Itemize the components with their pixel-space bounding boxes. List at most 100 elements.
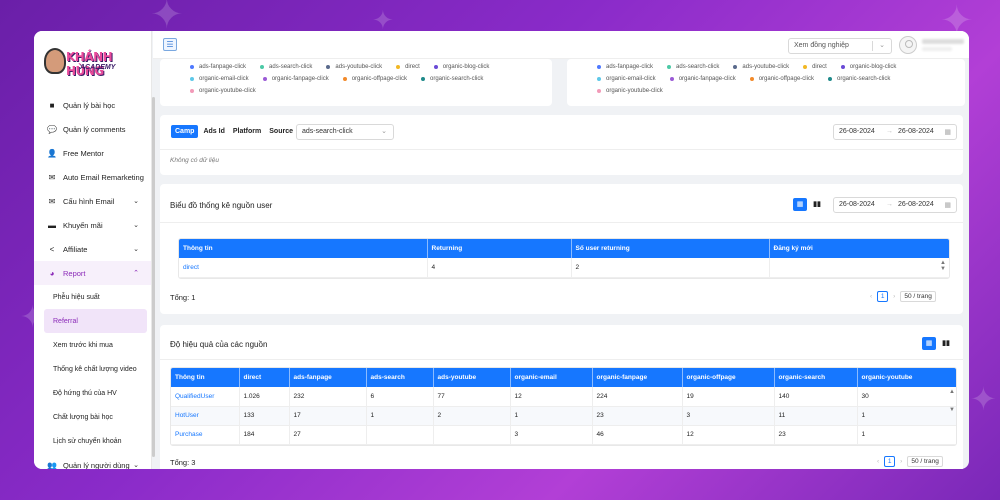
arrow-right-icon: → xyxy=(886,201,893,208)
legend-item[interactable]: direct xyxy=(803,61,827,73)
report-subitem-1[interactable]: Referral xyxy=(44,309,147,333)
legend-item[interactable]: ads-fanpage-click xyxy=(190,61,246,73)
column-header[interactable]: ads-fanpage xyxy=(289,368,367,387)
view-colleague-select[interactable]: Xem đồng nghiệp ⌄ xyxy=(788,38,892,54)
report-subitem-2[interactable]: Xem trước khi mua xyxy=(34,333,151,357)
legend-item[interactable]: ads-search-click xyxy=(667,61,719,73)
legend-item[interactable]: organic-youtube-click xyxy=(597,85,663,97)
column-header[interactable]: organic-email xyxy=(510,368,593,387)
sidebar-item-1[interactable]: 💬 Quản lý comments xyxy=(34,117,151,141)
source-select[interactable]: ads-search-click ⌄ xyxy=(296,124,394,140)
filter-tab-camp[interactable]: Camp xyxy=(171,125,199,138)
legend-item[interactable]: organic-blog-click xyxy=(433,61,490,73)
table-cell: 4 xyxy=(427,258,572,278)
legend-item[interactable]: organic-youtube-click xyxy=(190,85,256,97)
legend-label: organic-blog-click xyxy=(442,64,490,70)
column-header[interactable]: ads-search xyxy=(366,368,434,387)
page-number[interactable]: 1 xyxy=(884,456,896,467)
bar-chart-icon[interactable]: ▮▮ xyxy=(810,198,824,211)
prev-page-icon[interactable]: ‹ xyxy=(877,458,879,465)
column-header[interactable]: ads-youtube xyxy=(433,368,511,387)
legend-item[interactable]: organic-fanpage-click xyxy=(669,73,736,85)
date-to: 26-08-2024 xyxy=(898,128,934,135)
legend-dot xyxy=(827,77,832,81)
sidebar-item-7[interactable]: ◕ Report ⌃ xyxy=(34,261,151,285)
sidebar-item-6[interactable]: < Affiliate ⌄ xyxy=(34,237,151,261)
sidebar-item-users[interactable]: 👥 Quản lý người dùng ⌄ xyxy=(34,453,151,470)
legend-item[interactable]: organic-fanpage-click xyxy=(262,73,329,85)
legend-dot xyxy=(420,77,425,81)
legend-dot xyxy=(190,89,194,93)
legend-item[interactable]: ads-youtube-click xyxy=(733,61,789,73)
legend-label: organic-youtube-click xyxy=(199,88,256,94)
pagination: ‹ 1 › 50 / trang xyxy=(877,456,943,467)
table-cell: 140 xyxy=(774,387,858,407)
column-header[interactable]: Đăng ký mới xyxy=(769,239,949,258)
sidebar-item-4[interactable]: ✉ Cấu hình Email ⌄ xyxy=(34,189,151,213)
row-label-link[interactable]: Purchase xyxy=(171,425,240,445)
legend-dot xyxy=(667,65,672,69)
legend-item[interactable]: organic-search-click xyxy=(420,73,483,85)
legend-item[interactable]: ads-search-click xyxy=(260,61,312,73)
legend-label: direct xyxy=(812,64,827,70)
sidebar: KHÁNH HÙNG ACADEMY ■ Quản lý bài học 💬 Quản… xyxy=(34,31,152,469)
table-cell: 77 xyxy=(433,387,511,407)
legend-item[interactable]: ads-youtube-click xyxy=(326,61,382,73)
column-header[interactable]: organic-search xyxy=(774,368,858,387)
table-scroll-arrows[interactable]: ▲ ▼ xyxy=(948,389,956,413)
prev-page-icon[interactable]: ‹ xyxy=(870,293,872,300)
sidebar-item-0[interactable]: ■ Quản lý bài học xyxy=(34,93,151,117)
menu-toggle-icon[interactable]: ☰ xyxy=(163,38,177,51)
sidebar-item-3[interactable]: ✉ Auto Email Remarketing xyxy=(34,165,151,189)
report-subitem-6[interactable]: Lịch sử chuyển khoản xyxy=(34,429,151,453)
table-view-icon[interactable]: ▦ xyxy=(922,337,936,350)
legend-item[interactable]: organic-offpage-click xyxy=(342,73,407,85)
chevron-up-icon: ⌃ xyxy=(133,270,139,277)
report-subitem-5[interactable]: Chất lượng bài học xyxy=(34,405,151,429)
sidebar-item-5[interactable]: ▬ Khuyến mãi ⌄ xyxy=(34,213,151,237)
next-page-icon[interactable]: › xyxy=(893,293,895,300)
next-page-icon[interactable]: › xyxy=(900,458,902,465)
legend-item[interactable]: direct xyxy=(396,61,420,73)
filter-tab-ads-id[interactable]: Ads Id xyxy=(200,125,227,138)
legend-label: organic-blog-click xyxy=(849,64,897,70)
column-header[interactable]: organic-youtube xyxy=(857,368,956,387)
page-size-select[interactable]: 50 / trang xyxy=(907,456,943,467)
sidebar-item-2[interactable]: 👤 Free Mentor xyxy=(34,141,151,165)
column-header[interactable]: Thông tin xyxy=(179,239,428,258)
legend-item[interactable]: ads-fanpage-click xyxy=(597,61,653,73)
table-cell: 224 xyxy=(592,387,683,407)
page-number[interactable]: 1 xyxy=(877,291,889,302)
legend-item[interactable]: organic-email-click xyxy=(190,73,249,85)
legend-item[interactable]: organic-blog-click xyxy=(840,61,897,73)
table-cell: 17 xyxy=(289,406,367,426)
row-label-link[interactable]: direct xyxy=(179,258,428,278)
legend-item[interactable]: organic-search-click xyxy=(827,73,890,85)
date-range-picker[interactable]: 26-08-2024 → 26-08-2024 ▦ xyxy=(833,197,957,213)
legend-item[interactable]: organic-offpage-click xyxy=(749,73,814,85)
report-subitem-4[interactable]: Độ hứng thú của HV xyxy=(34,381,151,405)
date-range-picker[interactable]: 26-08-2024 → 26-08-2024 ▦ xyxy=(833,124,957,140)
column-header[interactable]: direct xyxy=(239,368,290,387)
column-header[interactable]: Số user returning xyxy=(571,239,770,258)
column-header[interactable]: organic-fanpage xyxy=(592,368,683,387)
table-cell: 6 xyxy=(366,387,434,407)
bar-chart-icon[interactable]: ▮▮ xyxy=(939,337,953,350)
table-cell: 19 xyxy=(682,387,775,407)
table-view-icon[interactable]: ▦ xyxy=(793,198,807,211)
page-size-select[interactable]: 50 / trang xyxy=(900,291,936,302)
legend-item[interactable]: organic-email-click xyxy=(597,73,656,85)
table-scroll-arrows[interactable]: ▲ ▼ xyxy=(939,260,947,272)
sidebar-scrollbar[interactable] xyxy=(152,97,155,457)
report-subitem-3[interactable]: Thống kê chất lượng video xyxy=(34,357,151,381)
row-label-link[interactable]: QualifiedUser xyxy=(171,387,240,407)
filter-tab-source[interactable]: Source xyxy=(266,125,296,138)
user-role xyxy=(922,47,952,51)
row-label-link[interactable]: HotUser xyxy=(171,406,240,426)
column-header[interactable]: Returning xyxy=(427,239,572,258)
report-subitem-0[interactable]: Phễu hiệu suất xyxy=(34,285,151,309)
column-header[interactable]: Thông tin xyxy=(171,368,240,387)
user-avatar[interactable] xyxy=(899,36,917,54)
column-header[interactable]: organic-offpage xyxy=(682,368,775,387)
filter-tab-platform[interactable]: Platform xyxy=(230,125,264,138)
